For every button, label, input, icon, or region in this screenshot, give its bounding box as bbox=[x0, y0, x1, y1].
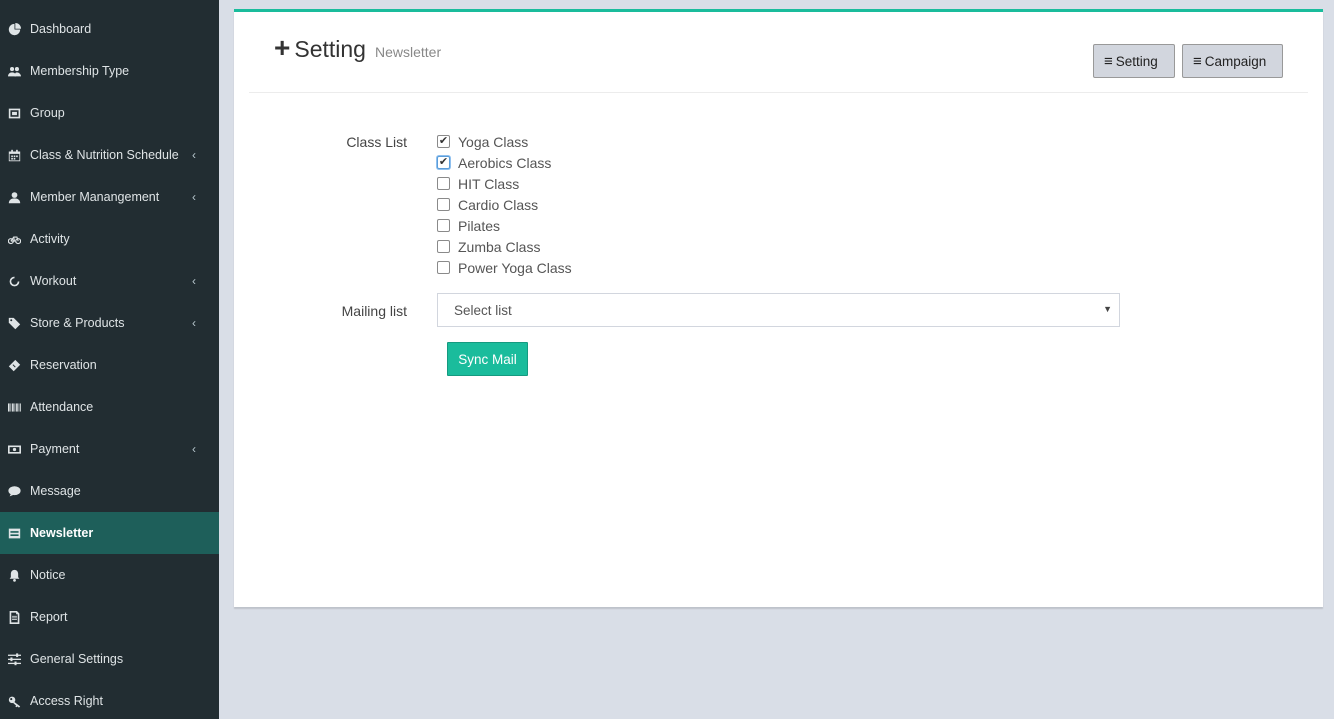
sidebar-item-label: Workout bbox=[30, 274, 77, 288]
checkbox-label: Yoga Class bbox=[458, 133, 529, 150]
checkbox-label: Cardio Class bbox=[458, 196, 539, 213]
bars-icon: ≡ bbox=[1104, 52, 1113, 70]
sidebar-item-class-nutrition-schedule[interactable]: Class & Nutrition Schedule ‹ bbox=[0, 134, 219, 176]
checkbox[interactable] bbox=[437, 219, 450, 232]
sidebar-item-group[interactable]: Group bbox=[0, 92, 219, 134]
checkbox-label: Pilates bbox=[458, 217, 501, 234]
sidebar-item-report[interactable]: Report bbox=[0, 596, 219, 638]
sidebar-item-label: Attendance bbox=[30, 400, 94, 414]
chevron-left-icon: ‹ bbox=[192, 148, 196, 162]
sidebar-item-label: Report bbox=[30, 610, 68, 624]
header-divider bbox=[249, 92, 1308, 93]
sidebar-item-notice[interactable]: Notice bbox=[0, 554, 219, 596]
calendar-icon bbox=[7, 148, 21, 162]
sliders-icon bbox=[7, 652, 21, 666]
sidebar-item-label: Member Manangement bbox=[30, 190, 160, 204]
sidebar-item-label: Class & Nutrition Schedule bbox=[30, 148, 179, 162]
checkbox-label: Aerobics Class bbox=[458, 154, 552, 171]
sidebar-item-label: Activity bbox=[30, 232, 70, 246]
sidebar-item-label: Notice bbox=[30, 568, 66, 582]
money-icon bbox=[7, 442, 21, 456]
sidebar-item-store-products[interactable]: Store & Products ‹ bbox=[0, 302, 219, 344]
sidebar-item-label: Dashboard bbox=[30, 22, 92, 36]
report-icon bbox=[7, 610, 21, 624]
users-icon bbox=[7, 64, 21, 78]
class-option-zumba[interactable]: Zumba Class bbox=[437, 236, 540, 257]
checkbox[interactable]: ✔ bbox=[437, 135, 450, 148]
checkbox[interactable] bbox=[437, 261, 450, 274]
sidebar-item-label: Reservation bbox=[30, 358, 97, 372]
chevron-left-icon: ‹ bbox=[192, 274, 196, 288]
page-title: + Setting Newsletter bbox=[274, 32, 442, 63]
class-option-aerobics[interactable]: ✔ Aerobics Class bbox=[437, 152, 551, 173]
tags-icon bbox=[7, 316, 21, 330]
dropdown-arrow-icon: ▼ bbox=[1103, 304, 1112, 314]
sidebar-item-membership-type[interactable]: Membership Type bbox=[0, 50, 219, 92]
sidebar-item-access-right[interactable]: Access Right bbox=[0, 680, 219, 719]
checkbox[interactable]: ✔ bbox=[437, 156, 450, 169]
class-option-pilates[interactable]: Pilates bbox=[437, 215, 500, 236]
chevron-left-icon: ‹ bbox=[192, 316, 196, 330]
sidebar-item-dashboard[interactable]: Dashboard bbox=[0, 8, 219, 50]
ticket-icon bbox=[7, 358, 21, 372]
chevron-left-icon: ‹ bbox=[192, 190, 196, 204]
sidebar-item-payment[interactable]: Payment ‹ bbox=[0, 428, 219, 470]
sidebar-item-message[interactable]: Message bbox=[0, 470, 219, 512]
chevron-left-icon: ‹ bbox=[192, 442, 196, 456]
sidebar: Dashboard Membership Type Group Class & … bbox=[0, 0, 219, 719]
sidebar-item-workout[interactable]: Workout ‹ bbox=[0, 260, 219, 302]
subtitle-text: Newsletter bbox=[374, 44, 442, 60]
sidebar-item-label: Access Right bbox=[30, 694, 103, 708]
mailing-list-select[interactable]: Select list ▼ bbox=[437, 293, 1120, 327]
sidebar-item-newsletter[interactable]: Newsletter bbox=[0, 512, 219, 554]
checkbox[interactable] bbox=[437, 177, 450, 190]
key-icon bbox=[7, 694, 21, 708]
setting-button-label: Setting bbox=[1115, 53, 1158, 69]
checkbox[interactable] bbox=[437, 240, 450, 253]
mailing-list-value: Select list bbox=[454, 302, 512, 318]
user-icon bbox=[7, 190, 21, 204]
checkbox-label: Power Yoga Class bbox=[458, 259, 572, 276]
sidebar-item-general-settings[interactable]: General Settings bbox=[0, 638, 219, 680]
title-text: Setting bbox=[294, 36, 366, 62]
bicycle-icon bbox=[7, 232, 21, 246]
class-list-label: Class List bbox=[346, 134, 407, 150]
envelope-icon bbox=[7, 526, 21, 540]
dashboard-icon bbox=[7, 22, 21, 36]
class-option-yoga[interactable]: ✔ Yoga Class bbox=[437, 131, 528, 152]
bars-icon: ≡ bbox=[1193, 52, 1202, 70]
checkbox-label: Zumba Class bbox=[458, 238, 541, 255]
class-option-power-yoga[interactable]: Power Yoga Class bbox=[437, 257, 572, 278]
plus-icon: + bbox=[274, 32, 291, 63]
sidebar-item-label: Newsletter bbox=[30, 526, 94, 540]
campaign-button[interactable]: ≡ Campaign bbox=[1182, 44, 1283, 78]
mailing-list-label: Mailing list bbox=[341, 303, 407, 319]
sidebar-item-label: Group bbox=[30, 106, 65, 120]
checkbox[interactable] bbox=[437, 198, 450, 211]
sidebar-item-label: General Settings bbox=[30, 652, 124, 666]
sidebar-item-attendance[interactable]: Attendance bbox=[0, 386, 219, 428]
workout-icon bbox=[7, 274, 21, 288]
class-option-cardio[interactable]: Cardio Class bbox=[437, 194, 538, 215]
sidebar-item-label: Message bbox=[30, 484, 81, 498]
group-icon bbox=[7, 106, 21, 120]
bell-icon bbox=[7, 568, 21, 582]
sidebar-item-label: Membership Type bbox=[30, 64, 130, 78]
sidebar-item-reservation[interactable]: Reservation bbox=[0, 344, 219, 386]
sidebar-item-activity[interactable]: Activity bbox=[0, 218, 219, 260]
newsletter-panel: + Setting Newsletter ≡ Setting ≡ Campaig… bbox=[234, 9, 1323, 607]
barcode-icon bbox=[7, 400, 21, 414]
setting-button[interactable]: ≡ Setting bbox=[1093, 44, 1175, 78]
sidebar-item-label: Payment bbox=[30, 442, 80, 456]
sidebar-item-member-management[interactable]: Member Manangement ‹ bbox=[0, 176, 219, 218]
comment-icon bbox=[7, 484, 21, 498]
campaign-button-label: Campaign bbox=[1204, 53, 1267, 69]
sidebar-item-label: Store & Products bbox=[30, 316, 125, 330]
class-option-hit[interactable]: HIT Class bbox=[437, 173, 519, 194]
checkbox-label: HIT Class bbox=[458, 175, 520, 192]
sync-mail-button[interactable]: Sync Mail bbox=[447, 342, 528, 376]
